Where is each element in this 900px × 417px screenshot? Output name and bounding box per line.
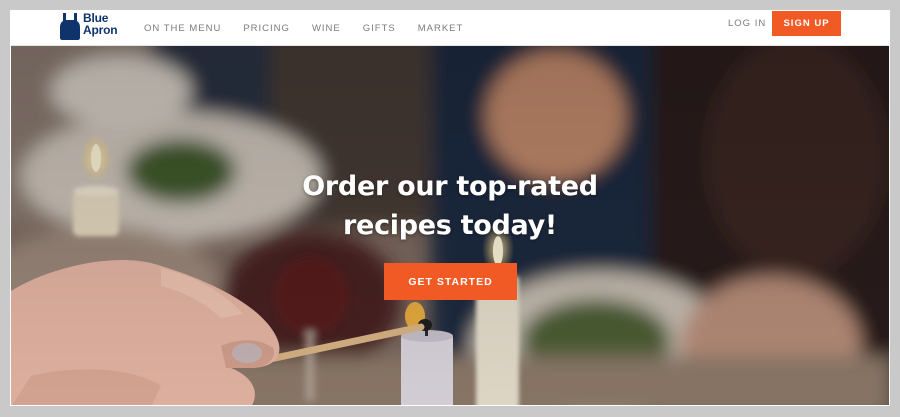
blue-apron-logo[interactable]: Blue Apron [59, 11, 129, 46]
nav-item-market[interactable]: MARKET [418, 23, 464, 34]
signup-button[interactable]: SIGN UP [772, 11, 841, 36]
brand-line-2: Apron [83, 23, 118, 37]
nav-item-gifts[interactable]: GIFTS [363, 23, 396, 34]
browser-viewport: Blue Apron ON THE MENU PRICING WINE GIFT… [10, 10, 890, 406]
get-started-button[interactable]: GET STARTED [384, 263, 517, 300]
nav-item-wine[interactable]: WINE [312, 23, 341, 34]
brand-name: Blue Apron [83, 12, 118, 37]
hero-headline: Order our top-rated recipes today! [11, 167, 889, 245]
main-nav: ON THE MENU PRICING WINE GIFTS MARKET [144, 11, 485, 46]
apron-logo-icon [60, 13, 80, 40]
login-link[interactable]: LOG IN [728, 11, 766, 46]
hero-headline-line-1: Order our top-rated [302, 171, 598, 202]
nav-item-on-the-menu[interactable]: ON THE MENU [144, 23, 221, 34]
nav-item-pricing[interactable]: PRICING [243, 23, 290, 34]
hero-headline-line-2: recipes today! [343, 210, 557, 241]
hero-section: Order our top-rated recipes today! GET S… [11, 46, 889, 405]
site-header: Blue Apron ON THE MENU PRICING WINE GIFT… [11, 11, 889, 46]
